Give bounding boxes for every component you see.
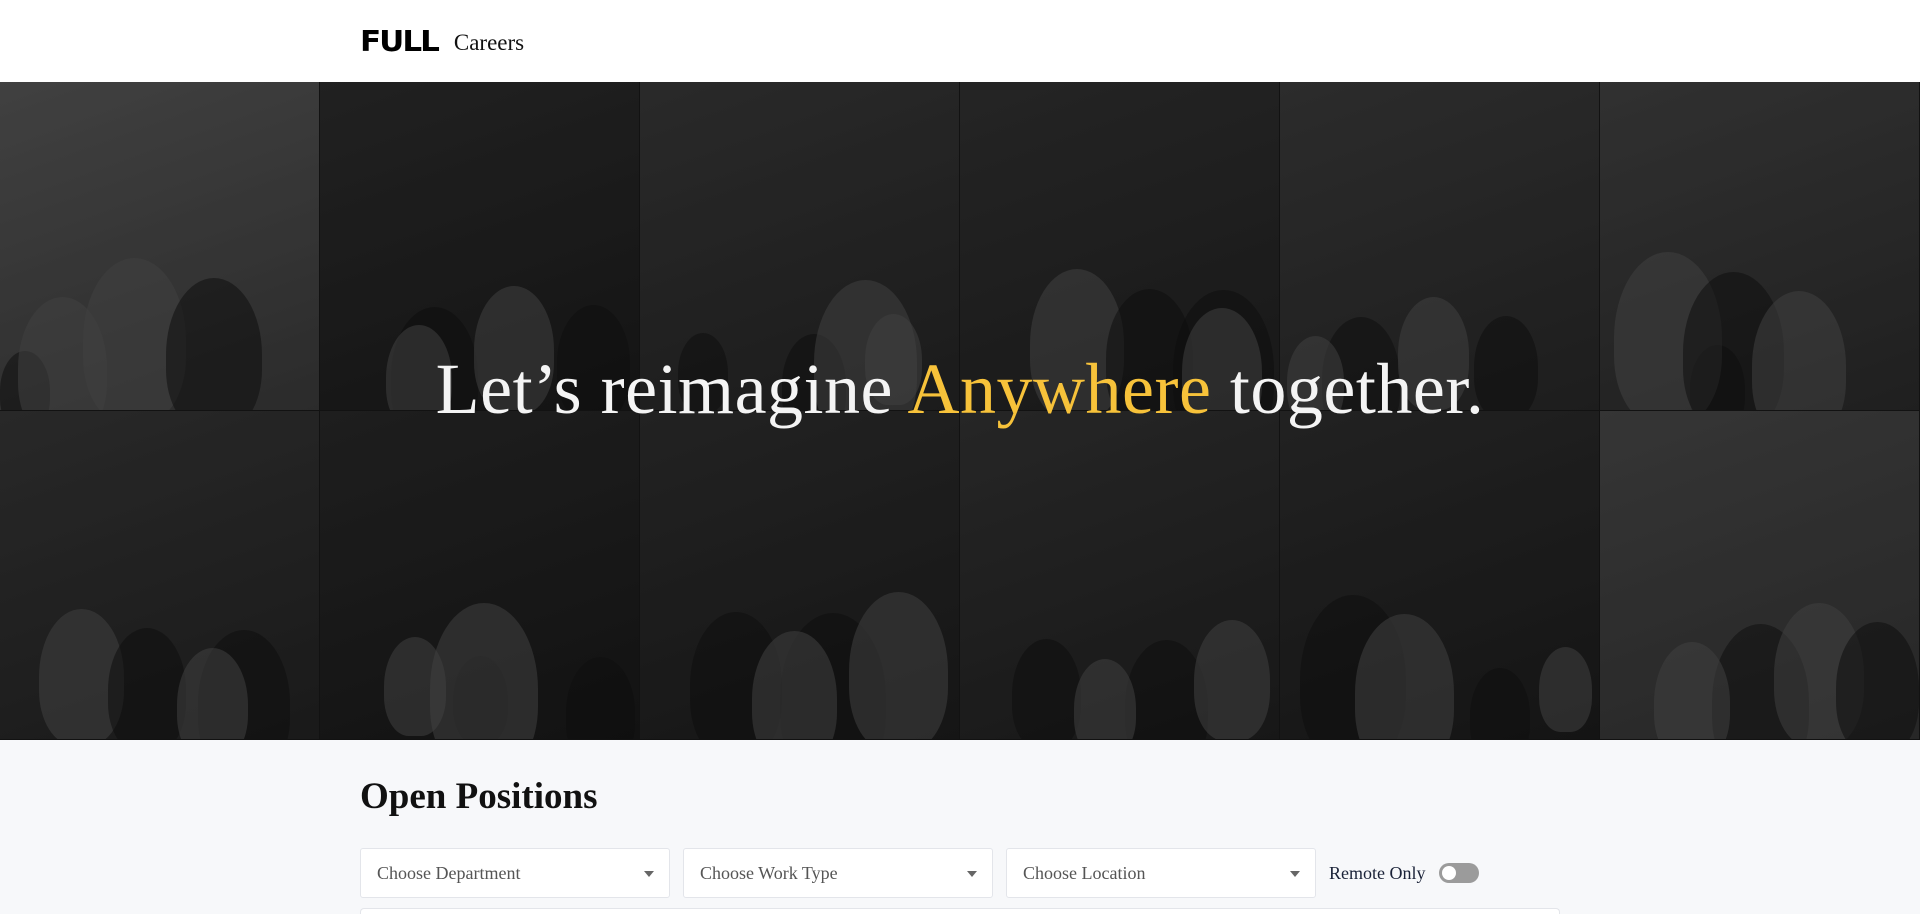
work-type-placeholder: Choose Work Type [700, 862, 838, 883]
filter-bar: Choose Department Choose Work Type Choos… [360, 848, 1479, 898]
chevron-down-icon [644, 871, 654, 877]
company-logo[interactable]: FULL [360, 27, 440, 57]
careers-label: Careers [453, 29, 525, 55]
headline-accent: Anywhere [907, 349, 1212, 429]
brand[interactable]: FULL Careers [360, 26, 524, 58]
toggle-knob [1441, 866, 1456, 880]
positions-list [360, 908, 1560, 914]
headline-text-end: together. [1211, 349, 1485, 429]
headline-text-start: Let’s reimagine [435, 349, 908, 429]
site-header: FULL Careers [0, 0, 1920, 82]
work-type-select[interactable]: Choose Work Type [683, 848, 993, 898]
remote-only-toggle[interactable] [1438, 863, 1479, 883]
location-select[interactable]: Choose Location [1006, 848, 1316, 898]
department-placeholder: Choose Department [377, 862, 521, 883]
remote-only-label: Remote Only [1329, 862, 1426, 883]
location-placeholder: Choose Location [1023, 862, 1146, 883]
department-select[interactable]: Choose Department [360, 848, 670, 898]
open-positions-section: Open Positions Choose Department Choose … [360, 740, 1560, 914]
chevron-down-icon [1290, 871, 1300, 877]
remote-filter: Remote Only [1329, 863, 1479, 884]
section-title: Open Positions [360, 776, 598, 817]
hero-headline: Let’s reimagine Anywhere together. [0, 349, 1920, 429]
hero-banner: Let’s reimagine Anywhere together. [0, 82, 1920, 740]
chevron-down-icon [967, 871, 977, 877]
